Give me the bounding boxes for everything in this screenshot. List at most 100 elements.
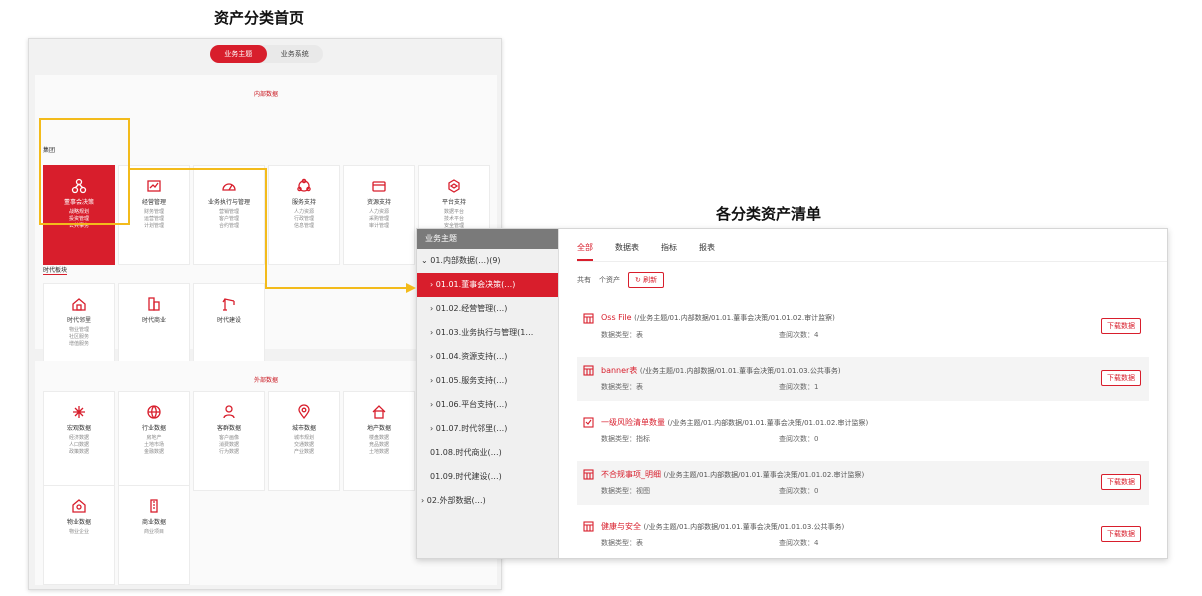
tile-subitem: 土地数据: [368, 449, 389, 455]
tile-title: 客群数据: [216, 425, 241, 432]
tile-title: 物业数据: [66, 519, 91, 526]
category-tile[interactable]: 物业数据 物业企业: [43, 485, 115, 585]
tile-subitem: 土地市场: [143, 442, 164, 448]
category-tile[interactable]: 城市数据 城市规划 交通数据 产业数据: [268, 391, 340, 491]
category-tile[interactable]: 行业数据 房地产 土地市场 金融数据: [118, 391, 190, 491]
asset-name[interactable]: 一级风险清单数量 (/业务主题/01.内部数据/01.01.董事会决策/01.0…: [601, 417, 868, 428]
gauge-icon: [222, 183, 236, 191]
tile-subitem: 物业企业: [68, 529, 89, 535]
sidebar-title: 业务主题: [417, 229, 558, 249]
unit-label: 个资产: [599, 276, 620, 284]
asset-type: 数据类型：表: [601, 539, 643, 547]
globe-icon: [147, 405, 161, 419]
tile-title: 行业数据: [141, 425, 166, 432]
tile-title: 时代商业: [141, 317, 166, 324]
tree-item[interactable]: › 01.01.董事会决策(…): [417, 273, 558, 297]
asset-type: 数据类型：表: [601, 331, 643, 339]
asset-card[interactable]: 不合规事项_明细 (/业务主题/01.内部数据/01.01.董事会决策/01.0…: [577, 461, 1149, 505]
group-label: 时代板块: [43, 267, 68, 275]
home3-icon: [72, 499, 86, 513]
category-tile[interactable]: 地产数据 楼盘数据 竞品数据 土地数据: [343, 391, 415, 491]
asset-name[interactable]: banner表 (/业务主题/01.内部数据/01.01.董事会决策/01.01…: [601, 365, 841, 376]
toggle-business-theme[interactable]: 业务主题: [210, 45, 267, 63]
view-count: 查阅次数：0: [779, 487, 819, 495]
tab-tables[interactable]: 数据表: [615, 242, 639, 261]
tree-item[interactable]: 01.08.时代商业(…): [417, 441, 558, 465]
table-icon: [583, 313, 594, 324]
asset-path: (/业务主题/01.内部数据/01.01.董事会决策/01.01.03.公共事务…: [643, 523, 845, 531]
table-icon: [583, 365, 594, 376]
asset-card[interactable]: Oss File (/业务主题/01.内部数据/01.01.董事会决策/01.0…: [577, 305, 1149, 349]
screenshot-stage: 资产分类首页 各分类资产清单 业务主题 业务系统 内部数据 集团 时代板块 董事…: [0, 0, 1202, 596]
tile-title: 城市数据: [291, 425, 316, 432]
asset-title: 健康与安全: [601, 522, 644, 531]
asset-path: (/业务主题/01.内部数据/01.01.董事会决策/01.01.02.审计监察…: [663, 471, 865, 479]
tab-all[interactable]: 全部: [577, 242, 593, 261]
tree-item[interactable]: › 02.外部数据(…): [417, 489, 558, 513]
tile-subitem: 数据平台: [443, 209, 464, 215]
tile-subitem: 人力资源: [293, 209, 314, 215]
asset-card[interactable]: 健康与安全 (/业务主题/01.内部数据/01.01.董事会决策/01.01.0…: [577, 513, 1149, 557]
asset-name[interactable]: 健康与安全 (/业务主题/01.内部数据/01.01.董事会决策/01.01.0…: [601, 521, 844, 532]
tile-title: 时代建设: [216, 317, 241, 324]
tile-title: 时代邻里: [66, 317, 91, 324]
tile-subitem: 信息管理: [293, 223, 314, 229]
asset-path: (/业务主题/01.内部数据/01.01.董事会决策/01.01.02.审计监察…: [667, 419, 869, 427]
category-tile[interactable]: 业务执行与管理 营销管理 客户管理 合约管理: [193, 165, 265, 265]
tab-reports[interactable]: 报表: [699, 242, 715, 261]
tile-subitem: 城市规划: [293, 435, 314, 441]
view-count: 查阅次数：4: [779, 331, 819, 339]
filter-bar: 共有 个资产 ↻ 刷新: [577, 272, 1167, 288]
asset-list-window: 业务主题 ⌄ 01.内部数据(…)(9) › 01.01.董事会决策(…) › 01…: [416, 228, 1168, 559]
tree-item[interactable]: › 01.06.平台支持(…): [417, 393, 558, 417]
tile-subitem: 房地产: [146, 435, 162, 441]
download-button[interactable]: 下载数据: [1101, 370, 1141, 386]
total-label: 共有: [577, 276, 591, 284]
tile-subitem: 楼盘数据: [368, 435, 389, 441]
asset-type: 数据类型：表: [601, 383, 643, 391]
asset-title: 一级风险清单数量: [601, 418, 668, 427]
tree-item[interactable]: › 01.02.经营管理(…): [417, 297, 558, 321]
tile-title: 平台支持: [441, 199, 466, 206]
person-icon: [223, 405, 235, 419]
tree-item[interactable]: › 01.07.时代邻里(…): [417, 417, 558, 441]
tile-title: 业务执行与管理: [207, 199, 250, 206]
hex-icon: [448, 179, 460, 193]
tile-subitem: 经济数据: [68, 435, 89, 441]
category-tile[interactable]: 客群数据 客户画像 消费数据 行为数据: [193, 391, 265, 491]
tree-item[interactable]: › 01.05.服务支持(…): [417, 369, 558, 393]
type-tabs: 全部 数据表 指标 报表: [577, 229, 1167, 262]
tile-title: 资源支持: [366, 199, 391, 206]
category-tree: ⌄ 01.内部数据(…)(9) › 01.01.董事会决策(…) › 01.02.经…: [417, 249, 558, 513]
asset-card[interactable]: banner表 (/业务主题/01.内部数据/01.01.董事会决策/01.01…: [577, 357, 1149, 401]
tile-subitem: 政策数据: [68, 449, 89, 455]
tree-item[interactable]: 01.09.时代建设(…): [417, 465, 558, 489]
view-toggle: 业务主题 业务系统: [210, 45, 323, 63]
tab-metrics[interactable]: 指标: [661, 242, 677, 261]
tree-item[interactable]: › 01.04.资源支持(…): [417, 345, 558, 369]
download-button[interactable]: 下载数据: [1101, 474, 1141, 490]
asset-card[interactable]: 一级风险清单数量 (/业务主题/01.内部数据/01.01.董事会决策/01.0…: [577, 409, 1149, 453]
tree-item[interactable]: ⌄ 01.内部数据(…)(9): [417, 249, 558, 273]
tile-subitem: 客户画像: [218, 435, 239, 441]
category-tile[interactable]: 商业数据 商业项目: [118, 485, 190, 585]
tree-item[interactable]: › 01.03.业务执行与管理(1…: [417, 321, 558, 345]
tile-subitem: 社区服务: [68, 334, 89, 340]
asset-list-main: 全部 数据表 指标 报表 共有 个资产 ↻ 刷新 Oss File (/业务主题…: [577, 229, 1167, 558]
category-tile[interactable]: 服务支持 人力资源 行政管理 信息管理: [268, 165, 340, 265]
tile-subitem: 客户管理: [218, 216, 239, 222]
asset-name[interactable]: 不合规事项_明细 (/业务主题/01.内部数据/01.01.董事会决策/01.0…: [601, 469, 864, 480]
crane-icon: [222, 298, 235, 311]
asset-type: 数据类型：视图: [601, 487, 650, 495]
asset-name[interactable]: Oss File (/业务主题/01.内部数据/01.01.董事会决策/01.0…: [601, 313, 835, 323]
category-tile[interactable]: 宏观数据 经济数据 人口数据 政策数据: [43, 391, 115, 491]
tile-title: 地产数据: [366, 425, 391, 432]
download-button[interactable]: 下载数据: [1101, 318, 1141, 334]
category-tile[interactable]: 资源支持 人力资源 采购管理 审计管理: [343, 165, 415, 265]
toggle-business-system[interactable]: 业务系统: [267, 45, 324, 63]
download-button[interactable]: 下载数据: [1101, 526, 1141, 542]
refresh-button[interactable]: ↻ 刷新: [628, 272, 665, 288]
asset-type: 数据类型：指标: [601, 435, 650, 443]
tile-title: 商业数据: [141, 519, 166, 526]
house-icon: [72, 298, 86, 311]
